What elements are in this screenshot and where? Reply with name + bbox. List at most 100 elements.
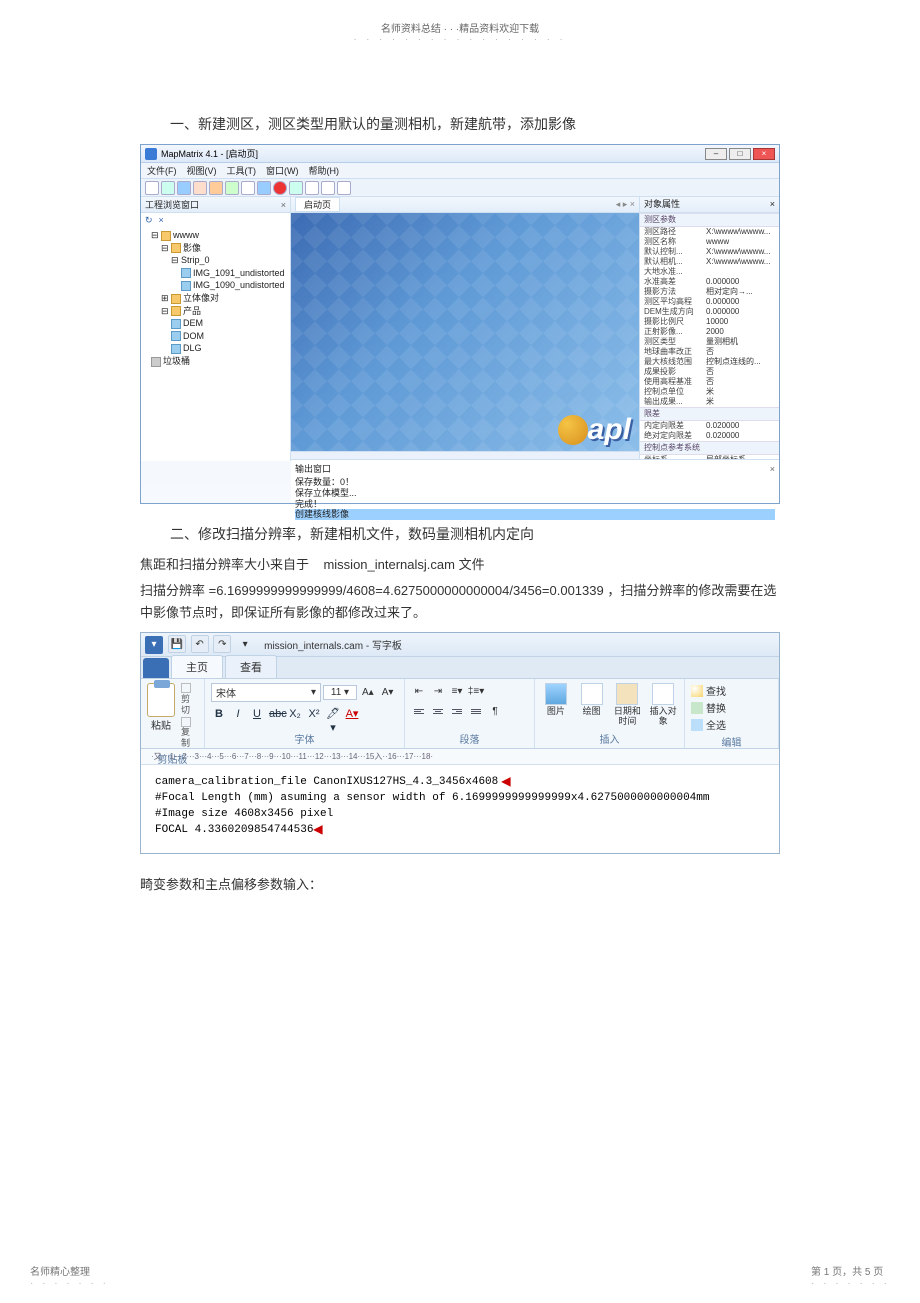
undo-icon[interactable]: ↶ — [191, 635, 209, 653]
prop-close-icon[interactable]: × — [770, 199, 775, 210]
cut-button[interactable]: 剪切 — [181, 683, 198, 715]
tree-images[interactable]: ⊟ 影像 — [145, 242, 286, 255]
copy-button[interactable]: 复制 — [181, 717, 198, 749]
underline-button[interactable]: U — [249, 706, 265, 722]
italic-button[interactable]: I — [230, 706, 246, 722]
close-button[interactable]: × — [753, 148, 775, 160]
indent-button[interactable]: ⇥ — [430, 683, 446, 699]
mw-project-panel: 工程浏览窗口 × ↻ × ⊟ wwww ⊟ 影像 ⊟ Strip_0 IMG_1… — [141, 197, 291, 461]
tree-dem[interactable]: DEM — [145, 317, 286, 330]
menu-file[interactable]: 文件(F) — [147, 164, 177, 177]
wp-document[interactable]: ◀ ◀ camera_calibration_file CanonIXUS127… — [141, 765, 779, 853]
tree-refresh-icon[interactable]: ↻ — [145, 215, 153, 226]
menu-view[interactable]: 视图(V) — [187, 164, 217, 177]
toolbar-btn-7[interactable] — [241, 181, 255, 195]
toolbar-btn-12[interactable] — [321, 181, 335, 195]
mw-output-close[interactable]: × — [770, 464, 775, 474]
align-justify-button[interactable] — [468, 703, 484, 719]
paragraph-dialog-button[interactable]: ¶ — [487, 703, 503, 719]
font-group-label: 字体 — [211, 731, 398, 746]
editing-group-label: 编辑 — [691, 734, 772, 749]
prop-row: 成果投影否 — [640, 367, 779, 377]
toolbar-btn-1[interactable] — [145, 181, 159, 195]
output-line: 保存数量：0！ — [295, 477, 775, 488]
toolbar-btn-2[interactable] — [161, 181, 175, 195]
image-icon — [181, 281, 191, 291]
toolbar-btn-10[interactable] — [289, 181, 303, 195]
insert-object-button[interactable]: 插入对象 — [648, 683, 678, 727]
bold-button[interactable]: B — [211, 706, 227, 722]
insert-picture-button[interactable]: 图片 — [541, 683, 571, 727]
wp-file-button[interactable] — [143, 658, 169, 678]
linespacing-button[interactable]: ‡≡▾ — [468, 683, 484, 699]
insert-paint-button[interactable]: 绘图 — [577, 683, 607, 727]
shrink-font-icon[interactable]: A▾ — [379, 687, 397, 698]
align-center-button[interactable] — [430, 703, 446, 719]
mw-project-panel-close[interactable]: × — [281, 200, 286, 210]
annotation-arrow-icon: ◀ — [501, 771, 511, 794]
menu-window[interactable]: 窗口(W) — [266, 164, 299, 177]
tree-img1[interactable]: IMG_1091_undistorted — [145, 267, 286, 280]
find-button[interactable]: 查找 — [691, 683, 772, 698]
qat-dropdown-icon[interactable]: ▾ — [236, 636, 254, 654]
prop-row: 默认控制...X:\wwww\wwww... — [640, 247, 779, 257]
grow-font-icon[interactable]: A▴ — [359, 687, 377, 698]
tree-dom[interactable]: DOM — [145, 330, 286, 343]
insert-datetime-button[interactable]: 日期和时间 — [613, 683, 643, 727]
tree-products[interactable]: ⊟ 产品 — [145, 305, 286, 318]
bullets-button[interactable]: ≡▾ — [449, 683, 465, 699]
save-icon[interactable]: 💾 — [168, 635, 186, 653]
toolbar-btn-3[interactable] — [177, 181, 191, 195]
output-line: 保存立体模型... — [295, 488, 775, 499]
toolbar-btn-9[interactable] — [273, 181, 287, 195]
section3-p: 畸变参数和主点偏移参数输入： — [140, 874, 780, 896]
toolbar-btn-6[interactable] — [225, 181, 239, 195]
align-left-button[interactable] — [411, 703, 427, 719]
tab-home[interactable]: 主页 — [171, 655, 223, 678]
mw-logo: apl — [558, 413, 631, 447]
replace-button[interactable]: 替换 — [691, 700, 772, 715]
paste-label[interactable]: 粘贴 — [151, 717, 171, 732]
toolbar-btn-4[interactable] — [193, 181, 207, 195]
tree-trash[interactable]: 垃圾桶 — [145, 355, 286, 368]
font-color-button[interactable]: A▾ — [344, 706, 360, 722]
toolbar-btn-11[interactable] — [305, 181, 319, 195]
toolbar-btn-8[interactable] — [257, 181, 271, 195]
superscript-button[interactable]: X² — [306, 706, 322, 722]
align-right-button[interactable] — [449, 703, 465, 719]
maximize-button[interactable]: □ — [729, 148, 751, 160]
tree-strip[interactable]: ⊟ Strip_0 — [145, 254, 286, 267]
prop-row: 大地水准... — [640, 267, 779, 277]
paint-icon — [581, 683, 603, 705]
ribbon-group-paragraph: ⇤ ⇥ ≡▾ ‡≡▾ ¶ 段落 — [405, 679, 535, 748]
font-size-select[interactable]: 11 ▾ — [323, 685, 357, 700]
prop-row: 正射影像...2000 — [640, 327, 779, 337]
subscript-button[interactable]: X₂ — [287, 706, 303, 722]
tree-models[interactable]: ⊞ 立体像对 — [145, 292, 286, 305]
dom-icon — [171, 331, 181, 341]
mw-app-icon — [145, 148, 157, 160]
tree-img2[interactable]: IMG_1090_undistorted — [145, 279, 286, 292]
mw-center-tabbar: 启动页 ◂ ▸ × — [291, 197, 639, 213]
dem-icon — [171, 319, 181, 329]
wp-app-icon[interactable]: ▾ — [145, 636, 163, 654]
prop-row: 测区路径X:\wwww\wwww... — [640, 227, 779, 237]
center-tab[interactable]: 启动页 — [295, 197, 340, 212]
toolbar-btn-5[interactable] — [209, 181, 223, 195]
selectall-button[interactable]: 全选 — [691, 717, 772, 732]
page-header: 名师资料总结 · · ·精品资料欢迎下载 · · · · · · · · · ·… — [0, 0, 920, 44]
menu-tool[interactable]: 工具(T) — [227, 164, 257, 177]
redo-icon[interactable]: ↷ — [213, 635, 231, 653]
outdent-button[interactable]: ⇤ — [411, 683, 427, 699]
tree-delete-icon[interactable]: × — [159, 215, 164, 225]
paste-icon[interactable] — [147, 683, 175, 717]
menu-help[interactable]: 帮助(H) — [309, 164, 340, 177]
tree-dlg[interactable]: DLG — [145, 342, 286, 355]
minimize-button[interactable]: – — [705, 148, 727, 160]
highlight-button[interactable]: 🖊▾ — [325, 706, 341, 722]
tab-view[interactable]: 查看 — [225, 655, 277, 678]
font-family-select[interactable]: 宋体▾ — [211, 683, 321, 702]
strike-button[interactable]: abc — [268, 706, 284, 722]
toolbar-btn-13[interactable] — [337, 181, 351, 195]
tree-root[interactable]: ⊟ wwww — [145, 229, 286, 242]
